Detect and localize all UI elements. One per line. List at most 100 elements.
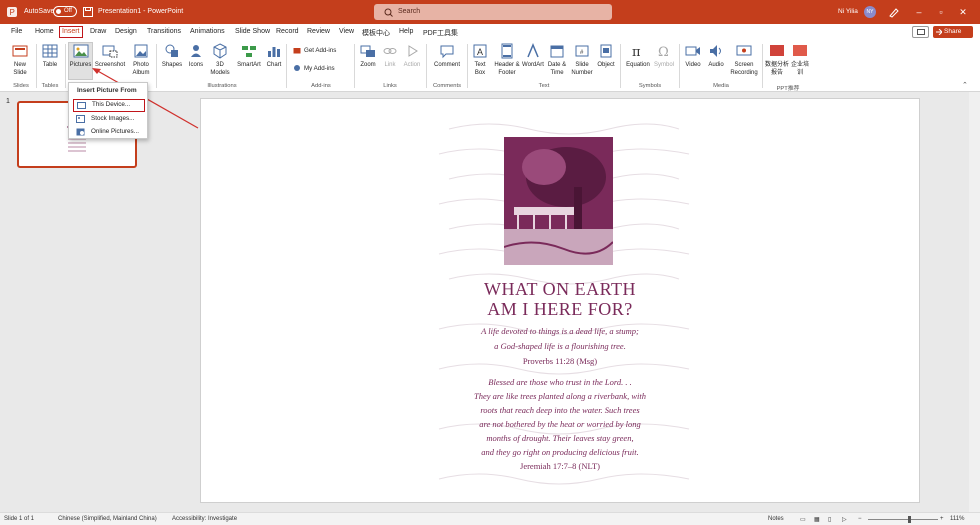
addins-icon [294,65,300,71]
avatar[interactable]: NY [864,6,876,18]
slide-text-line: They are like trees planted along a rive… [474,391,646,401]
notes-button[interactable]: Notes [768,516,784,522]
3d-models-button[interactable]: 3D Models [208,43,232,77]
slideshow-icon[interactable]: ▷ [842,516,847,523]
zoom-button[interactable]: Zoom [357,43,379,69]
minimize-button[interactable]: – [912,5,926,19]
chart-icon [268,47,280,57]
tab-file[interactable]: File [11,28,22,35]
object-label: Object [597,62,615,68]
share-button[interactable]: Share [933,26,973,38]
comment-label: Comment [433,62,460,68]
ppt-training-button[interactable]: 企业培训 [790,43,810,77]
link-icon [383,48,397,54]
tab-animations[interactable]: Animations [190,28,225,35]
pictures-label: Pictures [69,62,92,68]
pen-icon[interactable] [888,6,900,18]
autosave-toggle[interactable]: Off [53,6,77,17]
tab-template[interactable]: 模板中心 [362,28,390,38]
new-slide-button[interactable]: New Slide [8,43,32,77]
tab-record[interactable]: Record [276,28,299,35]
equation-button[interactable]: π Equation [624,43,652,69]
smartart-icon [242,46,256,57]
photo-album-icon [134,44,148,58]
share-label: Share [944,28,962,35]
zoom-in-button[interactable]: + [940,516,944,522]
wordart-button[interactable]: WordArt [521,43,545,69]
language-status[interactable]: Chinese (Simplified, Mainland China) [58,516,157,522]
group-separator [467,44,468,88]
collapse-ribbon-icon[interactable]: ⌃ [962,81,968,89]
get-addins-button[interactable]: Get Add-ins [293,46,336,54]
normal-view-icon[interactable]: ▭ [800,516,806,523]
smartart-button[interactable]: SmartArt [235,43,263,69]
screen-recording-icon [736,45,752,56]
video-button[interactable]: Video [683,43,703,69]
stock-images-menu-item[interactable]: Stock Images... [73,113,145,126]
search-box[interactable]: Search [374,4,612,20]
object-button[interactable]: Object [595,43,617,69]
tab-help[interactable]: Help [399,28,413,35]
maximize-button[interactable]: ▫ [934,5,948,19]
close-button[interactable]: ✕ [956,5,970,19]
icons-label: Icons [188,62,204,68]
ppt-report-button[interactable]: 数据分析报告 [765,43,789,77]
shapes-button[interactable]: Shapes [160,43,184,69]
group-addins-label: Add-ins [311,83,331,89]
reading-view-icon[interactable]: ▯ [828,516,831,523]
slide-text-reference: Proverbs 11:28 (Msg) [522,356,598,366]
tab-review[interactable]: Review [307,28,330,35]
slide-number-button[interactable]: # Slide Number [569,43,595,77]
tab-view[interactable]: View [339,28,354,35]
tab-slideshow[interactable]: Slide Show [235,28,270,35]
photo-album-button[interactable]: Photo Album [127,43,155,77]
tab-pdf[interactable]: PDF工具集 [423,28,458,38]
shapes-label: Shapes [161,62,183,68]
comments-button[interactable] [912,26,929,38]
tab-draw[interactable]: Draw [90,28,106,35]
user-name[interactable]: Ni Yilia [838,8,858,15]
zoom-out-button[interactable]: − [858,516,862,522]
wordart-icon [527,43,539,58]
slide-count: Slide 1 of 1 [4,516,35,522]
table-button[interactable]: Table [38,43,62,69]
tab-insert[interactable]: Insert [59,26,83,38]
screen-recording-button[interactable]: Screen Recording [728,43,760,77]
icons-button[interactable]: Icons [185,43,207,69]
smartart-label: SmartArt [237,62,261,68]
zoom-level[interactable]: 111% [950,516,964,522]
slide-text-line: A life devoted to things is a dead life,… [481,326,639,336]
text-box-button[interactable]: A Text Box [470,43,490,77]
tab-design[interactable]: Design [115,28,137,35]
link-button[interactable]: Link [380,43,400,69]
table-icon [42,44,58,58]
slide-sorter-icon[interactable]: ▦ [814,516,820,523]
action-button[interactable]: Action [401,43,423,69]
group-separator [426,44,427,88]
online-pictures-menu-item[interactable]: Online Pictures... [73,126,145,139]
slide-text-line: a God-shaped life is a flourishing tree. [494,341,626,351]
omega-icon: Ω [658,45,669,59]
document-title: Presentation1 - PowerPoint [98,8,184,15]
new-comment-button[interactable]: Comment [431,43,463,69]
accessibility-status[interactable]: Accessibility: Investigate [172,516,237,522]
vertical-scrollbar[interactable] [969,92,980,512]
screenshot-button[interactable]: Screenshot [94,43,126,69]
chart-button[interactable]: Chart [264,43,284,69]
symbol-button[interactable]: Ω Symbol [652,43,676,69]
tab-home[interactable]: Home [35,28,54,35]
my-addins-button[interactable]: My Add-ins [293,64,335,72]
this-device-menu-item[interactable]: This Device... [73,99,145,112]
zoom-slider[interactable] [868,516,938,523]
header-footer-button[interactable]: Header & Footer [493,43,521,77]
audio-button[interactable]: Audio [705,43,727,69]
group-separator [762,44,763,88]
menu-item-label: Stock Images... [91,115,135,122]
pictures-button[interactable]: Pictures [68,42,93,80]
date-time-button[interactable]: Date & Time [546,43,568,77]
ribbon-tabs: File Home Insert Draw Design Transitions… [0,24,980,40]
save-icon[interactable] [82,6,94,18]
symbol-label: Symbol [653,62,674,68]
slide-canvas[interactable]: WHAT ON EARTH AM I HERE FOR? A life devo… [200,98,920,503]
tab-transitions[interactable]: Transitions [147,28,181,35]
